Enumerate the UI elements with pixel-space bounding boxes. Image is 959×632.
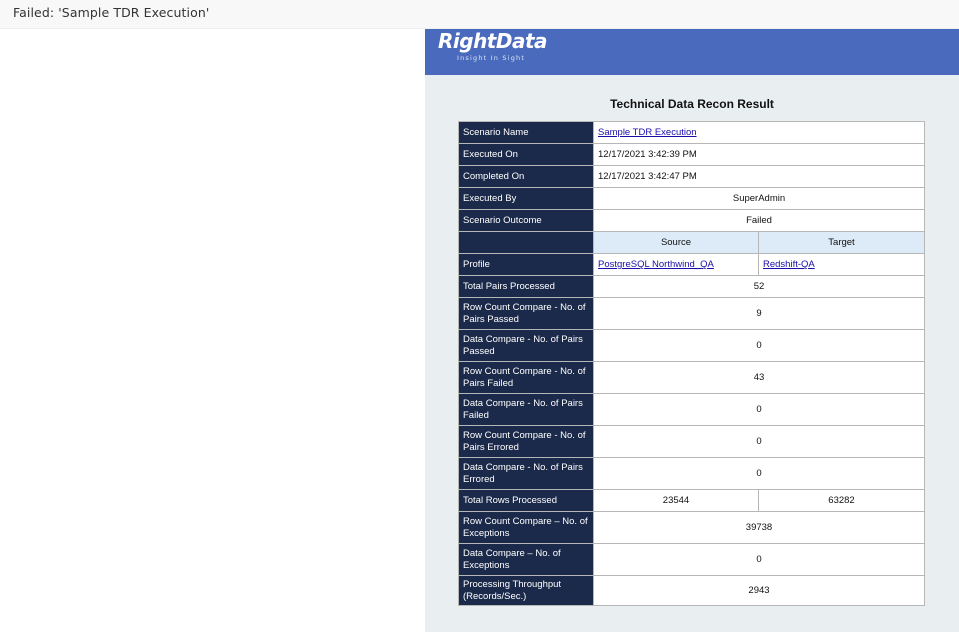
table-row: Data Compare - No. of Pairs Failed 0 (458, 393, 925, 426)
row-label: Data Compare – No. of Exceptions (458, 543, 594, 576)
empty-header-cell (458, 231, 594, 254)
total-pairs-value: 52 (593, 275, 925, 298)
row-label: Profile (458, 253, 594, 276)
executed-by-value: SuperAdmin (593, 187, 925, 210)
table-row: Total Pairs Processed 52 (458, 275, 925, 298)
rc-errored-value: 0 (593, 425, 925, 458)
row-label: Data Compare - No. of Pairs Errored (458, 457, 594, 490)
left-pane (6, 29, 425, 632)
executed-on-value: 12/17/2021 3:42:39 PM (593, 143, 925, 166)
row-label: Scenario Outcome (458, 209, 594, 232)
brand-tagline: Insight In Sight (457, 54, 526, 62)
row-label: Executed On (458, 143, 594, 166)
source-column-header: Source (593, 231, 759, 254)
row-label: Row Count Compare - No. of Pairs Failed (458, 361, 594, 394)
scenario-outcome-status: Failed (593, 209, 925, 232)
row-label: Row Count Compare - No. of Pairs Errored (458, 425, 594, 458)
rightdata-logo: RightData (438, 29, 548, 53)
row-label: Total Rows Processed (458, 489, 594, 512)
table-row: Row Count Compare - No. of Pairs Passed … (458, 297, 925, 330)
report-title: Technical Data Recon Result (610, 97, 774, 111)
source-profile-cell: PostgreSQL Northwind_QA (593, 253, 759, 276)
total-rows-source-value: 23544 (593, 489, 759, 512)
brand-banner: RightData Insight In Sight (425, 29, 959, 75)
table-row: Row Count Compare - No. of Pairs Errored… (458, 425, 925, 458)
dc-errored-value: 0 (593, 457, 925, 490)
table-row: Row Count Compare - No. of Pairs Failed … (458, 361, 925, 394)
throughput-value: 2943 (593, 575, 925, 606)
row-label: Total Pairs Processed (458, 275, 594, 298)
table-row: Completed On 12/17/2021 3:42:47 PM (458, 165, 925, 188)
table-row: Executed On 12/17/2021 3:42:39 PM (458, 143, 925, 166)
target-profile-cell: Redshift-QA (758, 253, 925, 276)
row-label: Data Compare - No. of Pairs Failed (458, 393, 594, 426)
completed-on-value: 12/17/2021 3:42:47 PM (593, 165, 925, 188)
table-row: Scenario Name Sample TDR Execution (458, 121, 925, 144)
row-label: Processing Throughput (Records/Sec.) (458, 575, 594, 606)
rc-exceptions-value: 39738 (593, 511, 925, 544)
rc-failed-value: 43 (593, 361, 925, 394)
rc-passed-value: 9 (593, 297, 925, 330)
table-row: Data Compare - No. of Pairs Errored 0 (458, 457, 925, 490)
table-row: Source Target (458, 231, 925, 254)
row-label: Completed On (458, 165, 594, 188)
row-label: Row Count Compare - No. of Pairs Passed (458, 297, 594, 330)
report-email-body: RightData Insight In Sight Technical Dat… (425, 29, 959, 632)
dc-exceptions-value: 0 (593, 543, 925, 576)
total-rows-target-value: 63282 (758, 489, 925, 512)
target-column-header: Target (758, 231, 925, 254)
row-label: Row Count Compare – No. of Exceptions (458, 511, 594, 544)
table-row: Executed By SuperAdmin (458, 187, 925, 210)
table-row: Row Count Compare – No. of Exceptions 39… (458, 511, 925, 544)
window-title-bar: Failed: 'Sample TDR Execution' (0, 0, 959, 29)
row-value: Sample TDR Execution (593, 121, 925, 144)
row-label: Data Compare - No. of Pairs Passed (458, 329, 594, 362)
window-title: Failed: 'Sample TDR Execution' (13, 5, 210, 20)
source-profile-link[interactable]: PostgreSQL Northwind_QA (598, 259, 714, 270)
table-row: Data Compare - No. of Pairs Passed 0 (458, 329, 925, 362)
table-row: Data Compare – No. of Exceptions 0 (458, 543, 925, 576)
table-row: Processing Throughput (Records/Sec.) 294… (458, 575, 925, 606)
scenario-name-link[interactable]: Sample TDR Execution (598, 127, 697, 138)
row-label: Scenario Name (458, 121, 594, 144)
table-row: Scenario Outcome Failed (458, 209, 925, 232)
row-label: Executed By (458, 187, 594, 210)
dc-passed-value: 0 (593, 329, 925, 362)
table-row: Profile PostgreSQL Northwind_QA Redshift… (458, 253, 925, 276)
table-row: Total Rows Processed 23544 63282 (458, 489, 925, 512)
target-profile-link[interactable]: Redshift-QA (763, 259, 815, 270)
recon-result-table: Scenario Name Sample TDR Execution Execu… (458, 121, 925, 606)
dc-failed-value: 0 (593, 393, 925, 426)
